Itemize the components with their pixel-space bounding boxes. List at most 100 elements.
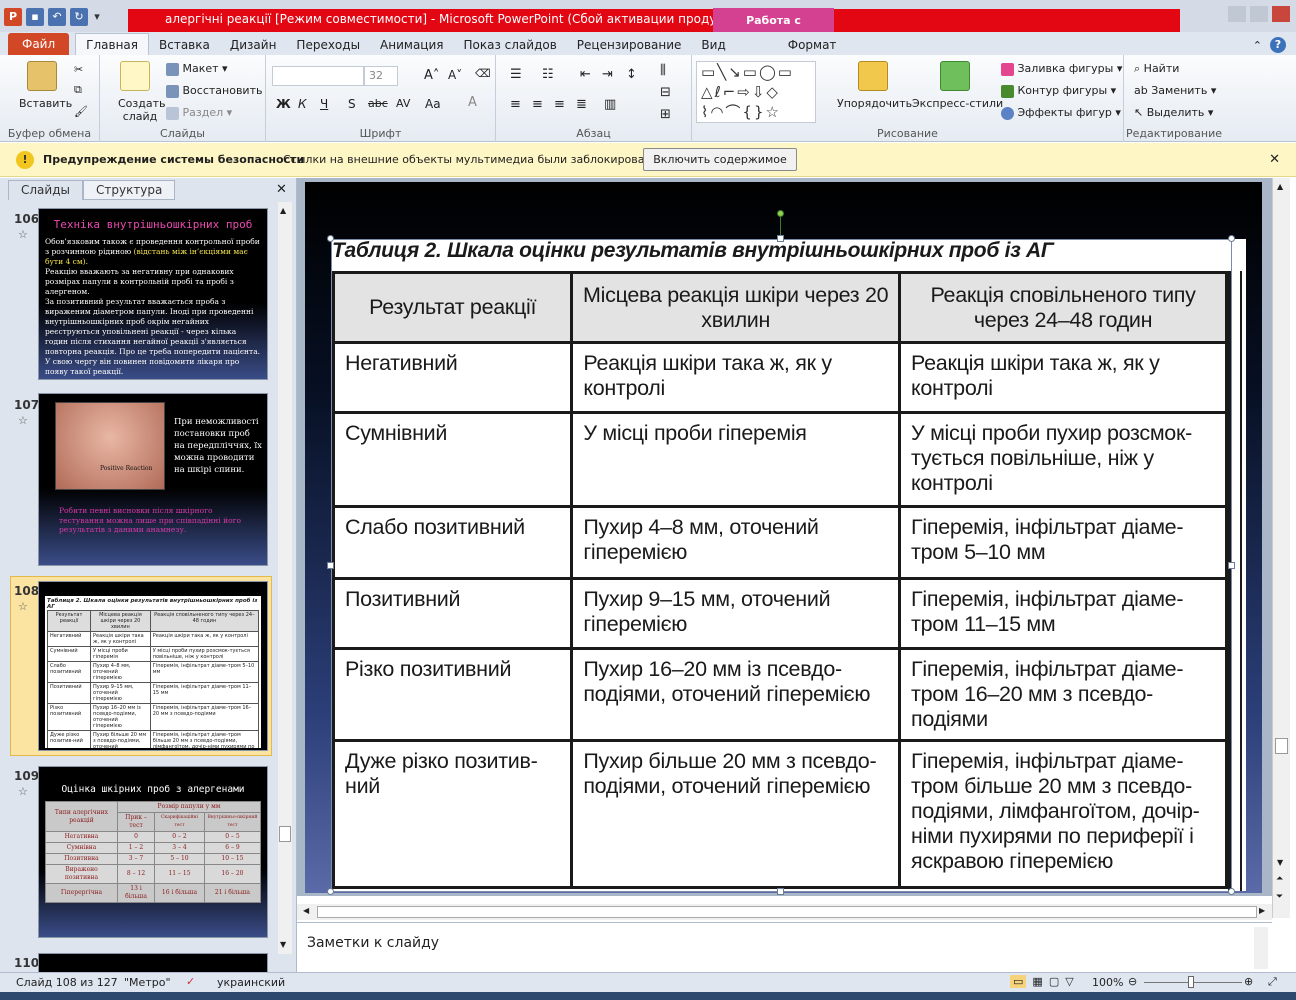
panel-scroll-thumb[interactable] [279,826,291,842]
slide-thumbnail-107[interactable]: Positive Reaction При неможливості поста… [38,393,268,566]
scroll-left-icon[interactable]: ◀ [303,906,309,915]
close-window-button[interactable] [1272,6,1290,22]
line-spacing-icon[interactable]: ↕ [626,67,637,82]
numbering-icon[interactable]: ☷ [542,67,554,82]
decrease-indent-icon[interactable]: ⇤ [580,67,591,82]
char-spacing-button[interactable]: AV [396,97,410,110]
grow-font-icon[interactable]: A˄ [424,68,439,83]
smartart-icon[interactable]: ⊞ [660,107,671,122]
italic-button[interactable]: К [298,97,307,111]
tab-slideshow[interactable]: Показ слайдов [454,34,567,55]
section-button[interactable]: Раздел ▾ [166,106,232,120]
horizontal-scroll-thumb[interactable] [317,906,1257,918]
layout-button[interactable]: Макет ▾ [166,62,228,76]
zoom-in-icon[interactable]: ⊕ [1244,975,1253,988]
tab-outline[interactable]: Структура [82,180,176,200]
zoom-level[interactable]: 100% [1092,976,1123,989]
increase-indent-icon[interactable]: ⇥ [602,67,613,82]
reset-button[interactable]: Восстановить [166,84,262,98]
bold-button[interactable]: Ж [276,97,291,111]
zoom-out-icon[interactable]: ⊖ [1128,975,1137,988]
align-right-icon[interactable]: ≡ [554,97,565,112]
close-icon[interactable]: ✕ [1269,152,1280,167]
help-icon[interactable]: ? [1270,37,1286,53]
resize-handle-ne[interactable] [1228,235,1235,242]
collapse-ribbon-icon[interactable]: ⌃ [1253,39,1262,52]
tab-format[interactable]: Формат [778,34,847,55]
redo-icon[interactable]: ↻ [70,8,88,26]
resize-handle-sw[interactable] [327,888,334,895]
zoom-slider-thumb[interactable] [1188,976,1194,988]
copy-icon[interactable]: ⧉ [74,83,82,97]
tab-animation[interactable]: Анимация [370,34,453,55]
columns-icon[interactable]: ▥ [604,97,616,112]
maximize-button[interactable] [1250,6,1268,22]
new-slide-button[interactable]: Создать слайд [118,97,166,123]
resize-handle-e[interactable] [1228,562,1235,569]
shapes-gallery[interactable]: ▭╲↘▭◯▭ △ℓ⌐⇨⇩◇ ⌇◠⌒{}☆ [696,61,816,123]
format-painter-icon[interactable]: 🖌 [74,105,88,118]
language-indicator[interactable]: украинский [217,976,285,989]
shape-effects-button[interactable]: Эффекты фигур ▾ [1001,106,1121,120]
slide-thumbnail-106[interactable]: Техніка внутрішньошкірних проб Обов’язко… [38,208,268,380]
align-center-icon[interactable]: ≡ [532,97,543,112]
find-button[interactable]: ⌕ Найти [1134,62,1179,76]
change-case-button[interactable]: Aa [425,97,441,111]
resize-handle-n[interactable] [777,235,784,242]
shape-fill-button[interactable]: Заливка фигуры ▾ [1001,62,1122,76]
text-direction-icon[interactable]: ⫼ [660,63,666,78]
resize-handle-se[interactable] [1228,888,1235,895]
tab-insert[interactable]: Вставка [149,34,220,55]
scroll-right-icon[interactable]: ▶ [1259,906,1265,915]
bullets-icon[interactable]: ☰ [510,67,522,82]
resize-handle-s[interactable] [777,888,784,895]
scroll-down-icon[interactable]: ▼ [280,940,286,949]
clear-format-icon[interactable]: ⌫ [475,67,491,80]
slide-sorter-icon[interactable]: ▦ [1032,975,1042,988]
tab-review[interactable]: Рецензирование [567,34,692,55]
tab-file[interactable]: Файл [8,33,70,55]
shrink-font-icon[interactable]: A˅ [448,68,462,82]
paste-icon[interactable] [27,61,57,91]
underline-button[interactable]: Ч [320,97,328,111]
align-text-icon[interactable]: ⊟ [660,85,671,100]
align-left-icon[interactable]: ≡ [510,97,521,112]
tab-slides[interactable]: Слайды [8,180,83,200]
tab-transitions[interactable]: Переходы [286,34,370,55]
previous-slide-icon[interactable]: ⏶ [1276,874,1283,884]
arrange-button[interactable]: Упорядочить [837,97,912,110]
scroll-up-icon[interactable]: ▲ [1277,182,1283,191]
reading-view-icon[interactable]: ▢ [1049,975,1059,988]
slide-thumbnail-110[interactable] [38,953,268,973]
panel-scrollbar[interactable]: ▲ ▼ [278,202,292,954]
slide-thumbnail-108[interactable]: Таблиця 2. Шкала оцінки результатів внут… [38,581,268,751]
scroll-up-icon[interactable]: ▲ [280,206,286,215]
cut-icon[interactable]: ✂ [74,63,83,76]
powerpoint-app-icon[interactable]: P [4,8,22,26]
resize-handle-w[interactable] [327,562,334,569]
new-slide-icon[interactable] [120,61,150,91]
select-button[interactable]: ↖ Выделить ▾ [1134,106,1213,119]
slide-vertical-scrollbar[interactable]: ▲ ▼ ⏶ ⏷ [1272,178,1290,918]
save-icon[interactable]: ▪ [26,8,44,26]
strikethrough-button[interactable]: abc [368,97,388,110]
enable-content-button[interactable]: Включить содержимое [643,148,797,171]
close-panel-icon[interactable]: ✕ [276,182,287,197]
quick-styles-icon[interactable] [940,61,970,91]
shadow-button[interactable]: S [348,97,356,111]
slide-horizontal-scrollbar[interactable]: ◀ ▶ [297,904,1272,920]
justify-icon[interactable]: ≣ [576,97,587,112]
arrange-icon[interactable] [858,61,888,91]
notes-scrollbar[interactable] [1254,927,1268,969]
shape-outline-button[interactable]: Контур фигуры ▾ [1001,84,1116,98]
font-color-icon[interactable]: A [468,95,477,110]
minimize-button[interactable] [1228,6,1246,22]
scroll-down-icon[interactable]: ▼ [1277,858,1283,867]
quick-styles-button[interactable]: Экспресс-стили [912,97,1003,110]
font-size-combo[interactable]: 32 [364,66,398,86]
paste-button[interactable]: Вставить [19,97,72,110]
font-name-combo[interactable] [272,66,364,86]
tab-view[interactable]: Вид [691,34,735,55]
slide-thumbnail-109[interactable]: Оцінка шкірних проб з алергенами Типи ал… [38,766,268,938]
next-slide-icon[interactable]: ⏷ [1276,892,1283,902]
